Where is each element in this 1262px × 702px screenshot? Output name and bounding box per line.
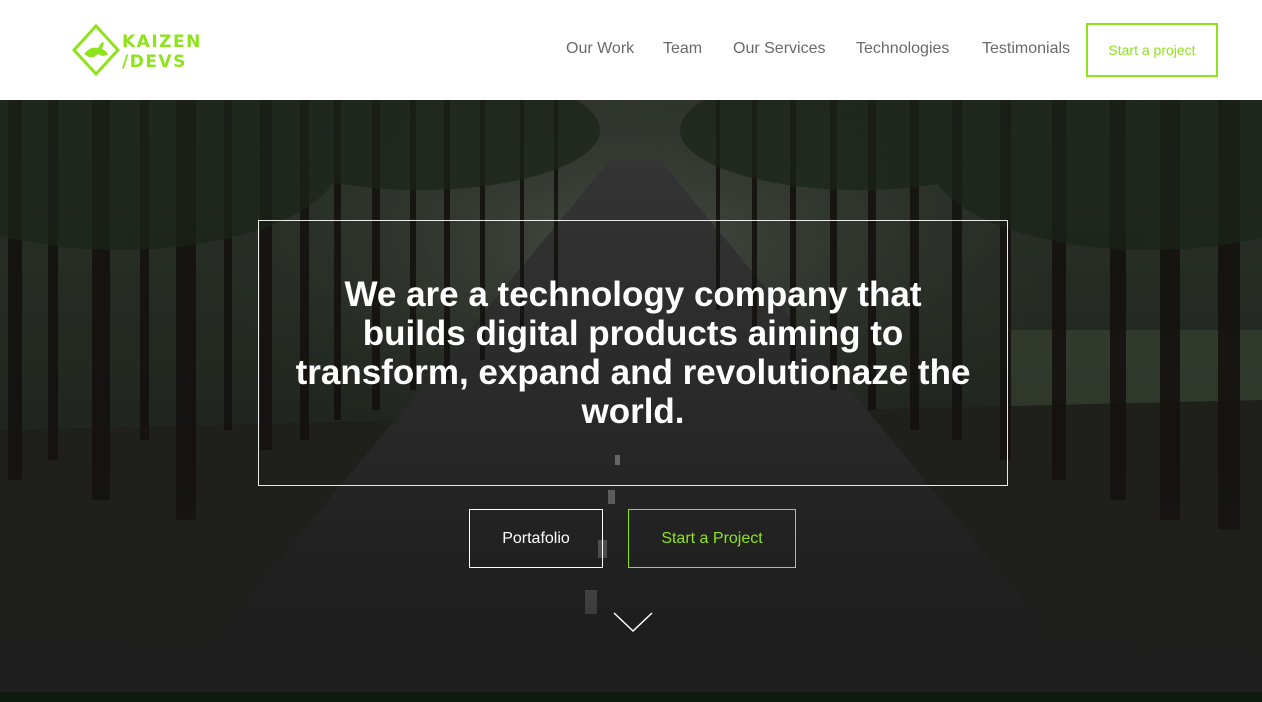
nav-item-team[interactable]: Team xyxy=(663,38,702,60)
nav-item-technologies[interactable]: Technologies xyxy=(856,38,949,60)
next-section-edge xyxy=(0,692,1262,702)
hero-section: We are a technology company that builds … xyxy=(0,100,1262,692)
start-project-button[interactable]: Start a project xyxy=(1086,23,1218,77)
site-header: KAIZEN /DEVS Our Work Team Our Services … xyxy=(0,0,1262,100)
chevron-down-icon[interactable] xyxy=(612,610,654,634)
hero-headline-box: We are a technology company that builds … xyxy=(258,220,1008,486)
nav-item-testimonials[interactable]: Testimonials xyxy=(982,38,1070,60)
nav-item-our-services[interactable]: Our Services xyxy=(733,38,825,60)
portfolio-button[interactable]: Portafolio xyxy=(469,509,603,568)
main-nav: Our Work Team Our Services Technologies … xyxy=(0,38,1262,62)
nav-item-our-work[interactable]: Our Work xyxy=(566,38,634,60)
hero-title: We are a technology company that builds … xyxy=(295,275,971,431)
hero-start-project-button[interactable]: Start a Project xyxy=(628,509,796,568)
